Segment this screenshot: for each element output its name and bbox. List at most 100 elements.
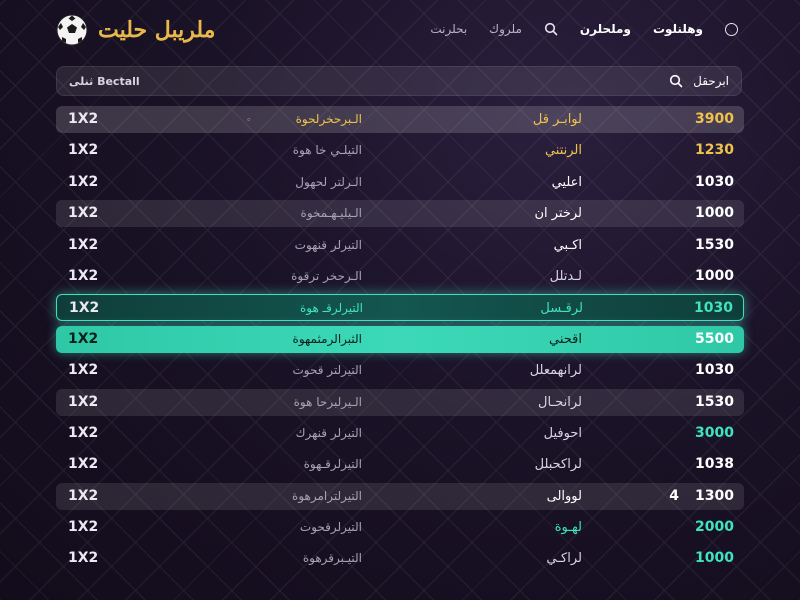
market-text: التيـبرقرهوة (302, 551, 362, 566)
market-label: الـيليـهـمخوة (214, 200, 362, 227)
row-value: 1000 (695, 263, 734, 290)
row-value-text: 1530 (695, 236, 734, 253)
team-name[interactable]: احوفيل (356, 420, 582, 447)
table-row[interactable]: 1X2 التيرلرقـ هوة لرقـسل 1030 (56, 294, 744, 322)
odds-label[interactable]: 1X2 (68, 483, 98, 510)
team-name[interactable]: الرنتني (356, 137, 582, 164)
table-row[interactable]: 1X2 التيرلرقـهوة لراكحبلل 1038 (56, 451, 744, 478)
search-right: ابرحقل (669, 74, 729, 88)
team-name[interactable]: اكـبي (356, 232, 582, 259)
table-row[interactable]: 1X2 التيلـي خا هوة الرنتني 1230 (56, 137, 744, 164)
table-row[interactable]: 1X2 التيـبرقرهوة لراكـي 1000 (56, 545, 744, 572)
odds-label[interactable]: 1X2 (68, 451, 98, 478)
market-label: التيلـي خا هوة (214, 137, 362, 164)
row-value-text: 3000 (695, 424, 734, 441)
odds-label[interactable]: 1X2 (68, 514, 98, 541)
search-bar[interactable]: ثنلى Bectall ابرحقل (56, 66, 742, 96)
market-text: الثبرالرمثمهوة (292, 331, 362, 346)
row-value: 1530 (695, 389, 734, 416)
table-row[interactable]: 1X2 التيرلر قنهوت اكـبي 1530 (56, 232, 744, 259)
team-name[interactable]: لهـوة (356, 514, 582, 541)
circle-icon[interactable] (725, 22, 738, 36)
odds-label[interactable]: 1X2 (68, 169, 98, 196)
team-name[interactable]: لرختر ان (356, 200, 582, 227)
table-row[interactable]: 1X2 الـيرلبرحا هوة لرانحـال 1530 (56, 388, 744, 416)
market-label: التيرلترامرهوة (214, 483, 362, 510)
table-row[interactable]: 1X2 الـرحخر ترقوة لـدتلل 1000 (56, 263, 744, 290)
nav-item-1[interactable]: وهلنلوت (653, 22, 703, 36)
odds-label[interactable]: 1X2 (68, 326, 98, 353)
site-logo[interactable]: ملريبل حليت (56, 14, 215, 46)
odds-label[interactable]: 1X2 (68, 357, 98, 384)
odds-label[interactable]: 1X2 (68, 420, 98, 447)
team-name[interactable]: لراكـي (356, 545, 582, 572)
team-name[interactable]: لراكحبلل (356, 451, 582, 478)
odds-label[interactable]: 1X2 (68, 106, 98, 133)
market-label: الـرحخر ترقوة (214, 263, 362, 290)
row-value-text: 1000 (695, 550, 734, 567)
market-label: التيرلرقـ هوة (215, 295, 363, 322)
row-value-text: 1030 (694, 300, 733, 317)
table-row[interactable]: 1X2 التيرلتر قحوت لرانهمعلل 1030 (56, 357, 744, 384)
nav-item-2[interactable]: وملحلرن (580, 22, 631, 36)
row-value: 1030 (695, 169, 734, 196)
market-label: الـرلتر لحهول (214, 169, 362, 196)
row-value-text: 1030 (695, 173, 734, 190)
nav-item-3[interactable]: ملروك (489, 22, 522, 36)
row-value-text: 1000 (695, 205, 734, 222)
row-value: 4 1300 (669, 483, 734, 510)
row-value-text: 1030 (695, 362, 734, 379)
team-name[interactable]: لوابـر قل (356, 106, 582, 133)
soccer-ball-icon (56, 14, 88, 46)
odds-label[interactable]: 1X2 (68, 232, 98, 259)
row-value: 1030 (694, 295, 733, 322)
odds-label[interactable]: 1X2 (69, 295, 99, 322)
row-value: 1230 (695, 137, 734, 164)
odds-label[interactable]: 1X2 (68, 263, 98, 290)
row-value-text: 1038 (695, 456, 734, 473)
table-row[interactable]: 1X2 التيرلر قنهرك احوفيل 3000 (56, 420, 744, 447)
market-text: التيرلرقـهوة (303, 457, 362, 472)
search-bar-icon[interactable] (669, 74, 683, 88)
row-value-text: 1300 (695, 487, 734, 504)
team-name[interactable]: لووالى (356, 483, 582, 510)
table-row[interactable]: 1X2 الـرلتر لحهول اعليي 1030 (56, 169, 744, 196)
team-name[interactable]: اقحني (356, 326, 582, 353)
row-value: 2000 (695, 514, 734, 541)
row-value: 3000 (695, 420, 734, 447)
odds-label[interactable]: 1X2 (68, 545, 98, 572)
market-label: التيـبرقرهوة (214, 545, 362, 572)
odds-label[interactable]: 1X2 (68, 200, 98, 227)
market-text: الـرحخر ترقوة (291, 268, 362, 283)
team-name[interactable]: لـدتلل (356, 263, 582, 290)
row-value: 5500 (695, 326, 734, 353)
row-value-text: 1230 (695, 142, 734, 159)
market-label: التيرلتر قحوت (214, 357, 362, 384)
table-row[interactable]: 1X2 الثبرالرمثمهوة اقحني 5500 (56, 325, 744, 353)
row-value: 1000 (695, 545, 734, 572)
search-icon[interactable] (544, 22, 558, 36)
market-dot: ◦ (246, 116, 252, 126)
table-row[interactable]: 1X2 الـيليـهـمخوة لرختر ان 1000 (56, 200, 744, 228)
team-name[interactable]: لرانهمعلل (356, 357, 582, 384)
team-name[interactable]: اعليي (356, 169, 582, 196)
row-value: 1038 (695, 451, 734, 478)
logo-text: ملريبل حليت (98, 17, 216, 43)
table-row[interactable]: 1X2 التيرلرقحوت لهـوة 2000 (56, 514, 744, 541)
row-value-text: 1530 (695, 393, 734, 410)
team-name[interactable]: لرانحـال (356, 389, 582, 416)
odds-label[interactable]: 1X2 (68, 389, 98, 416)
row-value: 1030 (695, 357, 734, 384)
market-label: التيرلرقحوت (214, 514, 362, 541)
team-name[interactable]: لرقـسل (357, 295, 583, 322)
table-row[interactable]: 1X2 التيرلترامرهوة لووالى 4 1300 (56, 482, 744, 510)
market-text: التيرلر قنهوت (294, 237, 362, 252)
market-label: ◦ الـبرحخرلحوة (214, 106, 362, 133)
odds-label[interactable]: 1X2 (68, 137, 98, 164)
market-text: الـرلتر لحهول (295, 174, 362, 189)
odds-table: 1X2 ◦ الـبرحخرلحوة لوابـر قل 3900 1X2 التيلـي … (56, 106, 744, 577)
row-value: 1530 (695, 232, 734, 259)
market-text: الـبرحخرلحوة (295, 112, 362, 126)
nav-item-4[interactable]: بحلرنت (430, 22, 467, 36)
table-row[interactable]: 1X2 ◦ الـبرحخرلحوة لوابـر قل 3900 (56, 106, 744, 133)
